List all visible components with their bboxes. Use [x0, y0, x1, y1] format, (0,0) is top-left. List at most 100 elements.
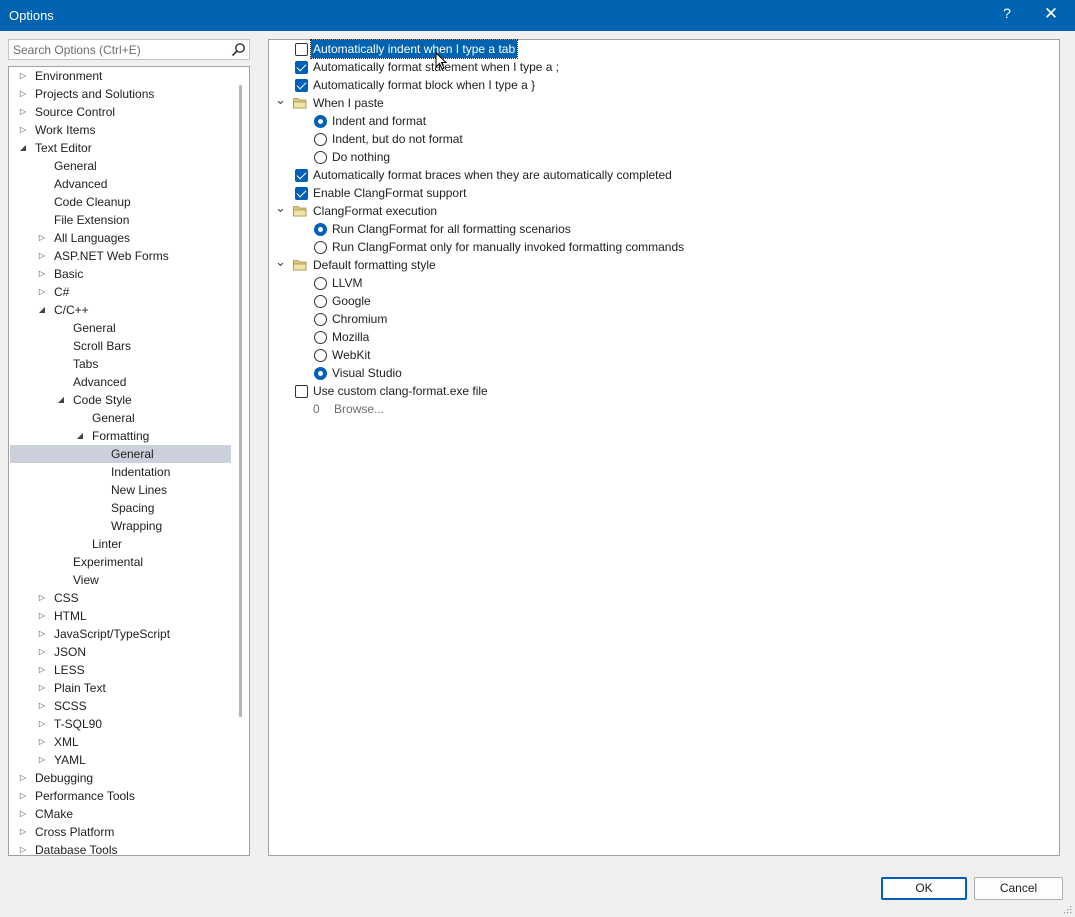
- checkbox[interactable]: [295, 43, 308, 56]
- collapsed-arrow-icon[interactable]: ▷: [37, 247, 47, 265]
- radio-button[interactable]: [314, 349, 327, 362]
- browse-link[interactable]: Browse...: [334, 400, 384, 418]
- setting-group-header[interactable]: ⌄ Default formatting style: [269, 255, 1049, 274]
- expanded-arrow-icon[interactable]: ◢: [18, 139, 28, 157]
- tree-item[interactable]: ▷ YAML: [10, 751, 231, 769]
- setting-radio-row[interactable]: Run ClangFormat only for manually invoke…: [269, 238, 1049, 256]
- setting-label[interactable]: Automatically indent when I type a tab: [309, 39, 519, 59]
- tree-item[interactable]: ▷ C#: [10, 283, 231, 301]
- collapsed-arrow-icon[interactable]: ▷: [37, 589, 47, 607]
- setting-radio-row[interactable]: Indent and format: [269, 112, 1049, 130]
- setting-group-header[interactable]: ⌄ When I paste: [269, 93, 1049, 112]
- setting-label[interactable]: Run ClangFormat for all formatting scena…: [332, 220, 571, 238]
- setting-label[interactable]: Run ClangFormat only for manually invoke…: [332, 238, 684, 256]
- tree-item[interactable]: Advanced: [10, 373, 231, 391]
- tree-scrollbar[interactable]: [241, 67, 249, 855]
- tree-item[interactable]: View: [10, 571, 231, 589]
- setting-radio-row[interactable]: Google: [269, 292, 1049, 310]
- tree-item[interactable]: Wrapping: [10, 517, 231, 535]
- tree-item[interactable]: ▷ JavaScript/TypeScript: [10, 625, 231, 643]
- collapsed-arrow-icon[interactable]: ▷: [18, 121, 28, 139]
- tree-item[interactable]: Code Cleanup: [10, 193, 231, 211]
- setting-checkbox-row[interactable]: Automatically format block when I type a…: [269, 76, 1049, 94]
- setting-checkbox-row[interactable]: Automatically format statement when I ty…: [269, 58, 1049, 76]
- expanded-arrow-icon[interactable]: ◢: [75, 427, 85, 445]
- checkbox[interactable]: [295, 187, 308, 200]
- radio-button[interactable]: [314, 313, 327, 326]
- collapsed-arrow-icon[interactable]: ▷: [37, 661, 47, 679]
- setting-label[interactable]: Google: [332, 292, 371, 310]
- help-icon[interactable]: ?: [999, 5, 1015, 25]
- tree-item[interactable]: Advanced: [10, 175, 231, 193]
- tree-item[interactable]: ▷ Environment: [10, 67, 231, 85]
- collapsed-arrow-icon[interactable]: ▷: [37, 715, 47, 733]
- checkbox[interactable]: [295, 169, 308, 182]
- setting-radio-row[interactable]: Run ClangFormat for all formatting scena…: [269, 220, 1049, 238]
- tree-item[interactable]: ▷ Basic: [10, 265, 231, 283]
- radio-button[interactable]: [314, 331, 327, 344]
- radio-button[interactable]: [314, 241, 327, 254]
- collapsed-arrow-icon[interactable]: ▷: [37, 625, 47, 643]
- collapsed-arrow-icon[interactable]: ▷: [37, 697, 47, 715]
- collapsed-arrow-icon[interactable]: ▷: [18, 67, 28, 85]
- setting-checkbox-row[interactable]: Use custom clang-format.exe file: [269, 382, 1049, 400]
- checkbox[interactable]: [295, 61, 308, 74]
- tree-item[interactable]: File Extension: [10, 211, 231, 229]
- tree-item[interactable]: ▷ SCSS: [10, 697, 231, 715]
- setting-radio-row[interactable]: Do nothing: [269, 148, 1049, 166]
- radio-button[interactable]: [314, 115, 327, 128]
- setting-label[interactable]: Enable ClangFormat support: [313, 184, 466, 202]
- checkbox[interactable]: [295, 79, 308, 92]
- search-input[interactable]: [13, 42, 228, 57]
- collapsed-arrow-icon[interactable]: ▷: [18, 787, 28, 805]
- setting-label[interactable]: Indent and format: [332, 112, 426, 130]
- tree-item[interactable]: Indentation: [10, 463, 231, 481]
- collapsed-arrow-icon[interactable]: ▷: [37, 283, 47, 301]
- setting-radio-row[interactable]: Chromium: [269, 310, 1049, 328]
- tree-item[interactable]: ▷ ASP.NET Web Forms: [10, 247, 231, 265]
- tree-item[interactable]: ▷ Cross Platform: [10, 823, 231, 841]
- tree-item[interactable]: ▷ XML: [10, 733, 231, 751]
- options-tree[interactable]: ▷ Environment ▷ Projects and Solutions ▷ Sour…: [8, 66, 250, 856]
- tree-item[interactable]: ▷ HTML: [10, 607, 231, 625]
- collapsed-arrow-icon[interactable]: ▷: [18, 85, 28, 103]
- tree-item[interactable]: ▷ Plain Text: [10, 679, 231, 697]
- radio-button[interactable]: [314, 133, 327, 146]
- setting-label[interactable]: Chromium: [332, 310, 387, 328]
- chevron-down-icon[interactable]: ⌄: [275, 201, 286, 220]
- tree-item[interactable]: ▷ All Languages: [10, 229, 231, 247]
- tree-item[interactable]: ▷ JSON: [10, 643, 231, 661]
- setting-label[interactable]: WebKit: [332, 346, 370, 364]
- tree-item[interactable]: ▷ LESS: [10, 661, 231, 679]
- tree-item[interactable]: General: [10, 157, 231, 175]
- tree-item[interactable]: New Lines: [10, 481, 231, 499]
- collapsed-arrow-icon[interactable]: ▷: [37, 643, 47, 661]
- setting-label[interactable]: Automatically format block when I type a…: [313, 76, 535, 94]
- collapsed-arrow-icon[interactable]: ▷: [18, 769, 28, 787]
- resize-grip-icon[interactable]: [1062, 904, 1072, 914]
- collapsed-arrow-icon[interactable]: ▷: [37, 607, 47, 625]
- radio-button[interactable]: [314, 295, 327, 308]
- setting-checkbox-row[interactable]: Automatically indent when I type a tab: [269, 39, 1049, 59]
- setting-label[interactable]: Do nothing: [332, 148, 390, 166]
- close-icon[interactable]: ✕: [1040, 4, 1062, 26]
- search-box[interactable]: [8, 39, 250, 60]
- collapsed-arrow-icon[interactable]: ▷: [18, 823, 28, 841]
- cancel-button[interactable]: Cancel: [974, 877, 1063, 900]
- setting-label[interactable]: Mozilla: [332, 328, 369, 346]
- setting-group-header[interactable]: ⌄ ClangFormat execution: [269, 201, 1049, 220]
- radio-button[interactable]: [314, 223, 327, 236]
- setting-label[interactable]: Use custom clang-format.exe file: [313, 382, 488, 400]
- tree-item[interactable]: ▷ Debugging: [10, 769, 231, 787]
- tree-item[interactable]: Linter: [10, 535, 231, 553]
- ok-button[interactable]: OK: [881, 877, 967, 900]
- tree-scrollbar-thumb[interactable]: [239, 85, 242, 717]
- tree-item[interactable]: ▷ CMake: [10, 805, 231, 823]
- tree-item[interactable]: Tabs: [10, 355, 231, 373]
- tree-item[interactable]: ◢ Text Editor: [10, 139, 231, 157]
- setting-radio-row[interactable]: Indent, but do not format: [269, 130, 1049, 148]
- collapsed-arrow-icon[interactable]: ▷: [37, 733, 47, 751]
- expanded-arrow-icon[interactable]: ◢: [56, 391, 66, 409]
- collapsed-arrow-icon[interactable]: ▷: [18, 103, 28, 121]
- setting-label[interactable]: LLVM: [332, 274, 362, 292]
